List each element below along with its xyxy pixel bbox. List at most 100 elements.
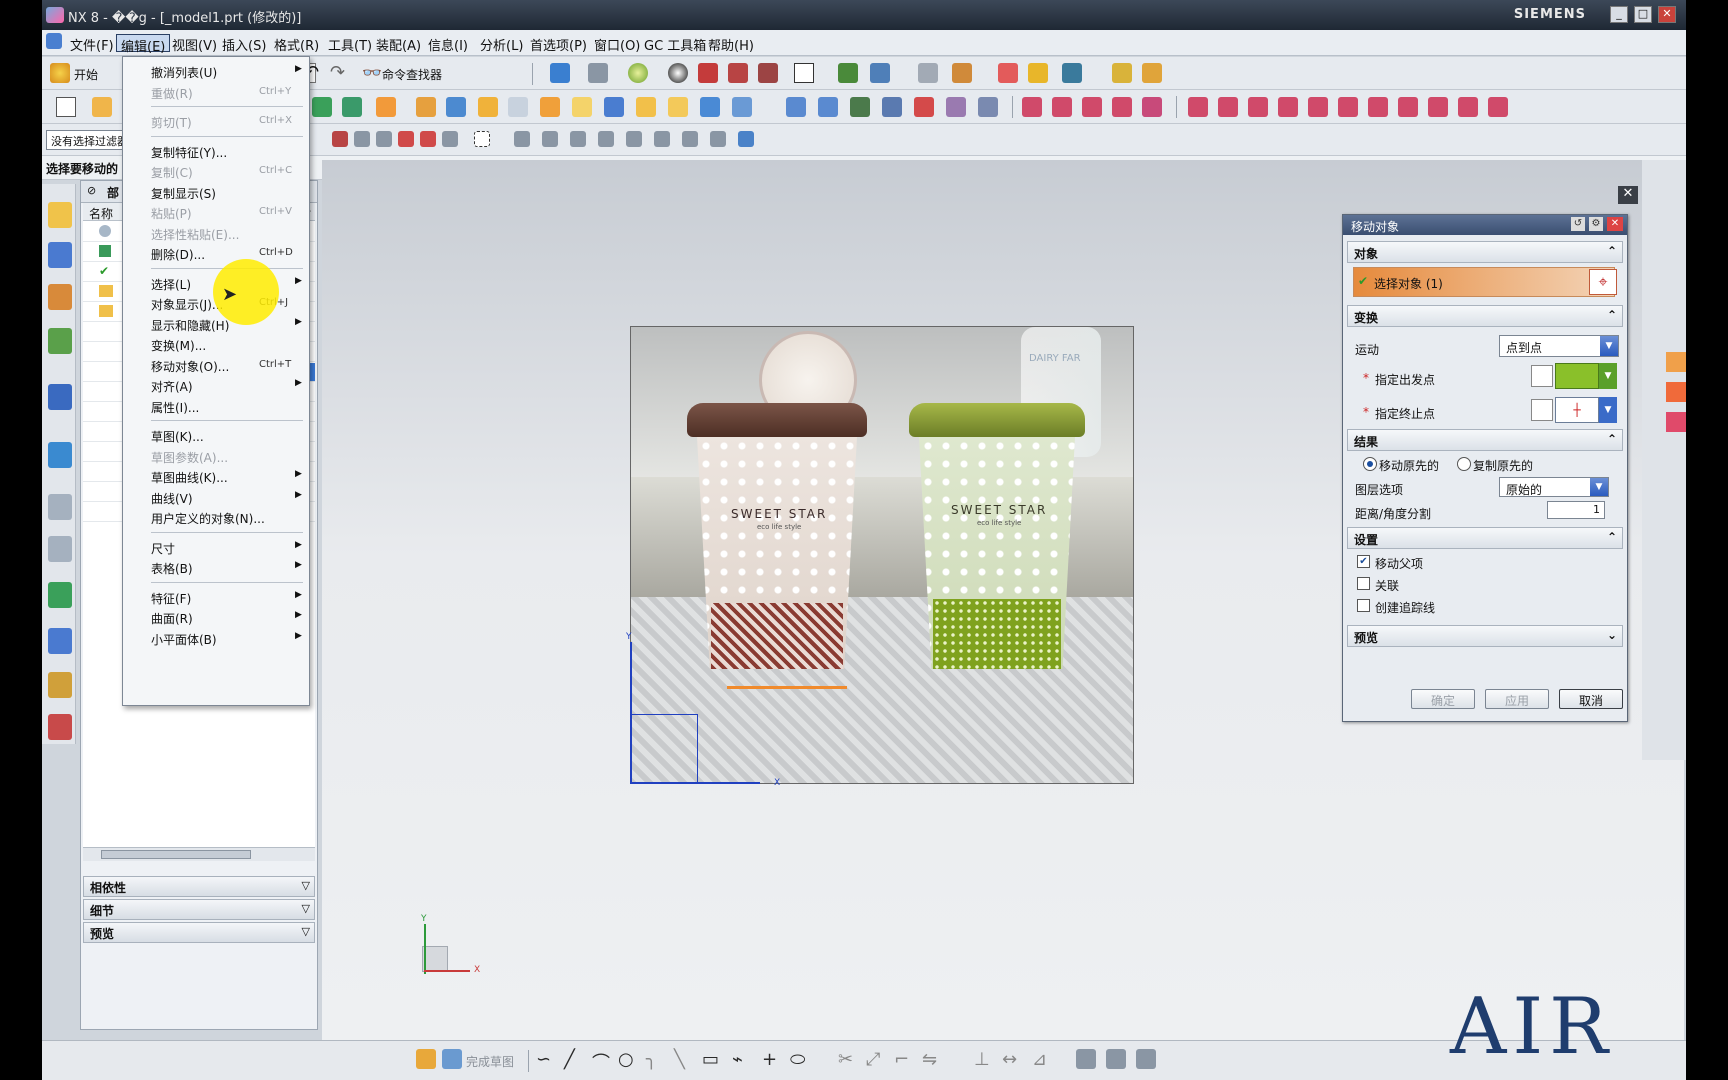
dialog-close-icon[interactable]: ✕ — [1607, 217, 1623, 231]
select-icon[interactable] — [998, 63, 1018, 83]
animate-icon[interactable] — [1136, 1049, 1156, 1069]
edit-menu-item[interactable]: 用户定义的对象(N)... — [123, 507, 309, 527]
raster-image[interactable]: DAIRY FAR SWEET STAR eco life style SWEE… — [630, 326, 1134, 784]
section-transform[interactable]: 变换 ⌃ — [1347, 305, 1623, 327]
edit-menu-item[interactable]: 重做(R) Ctrl+Y — [123, 82, 309, 102]
select-object-row[interactable]: ✔ 选择对象 (1) — [1353, 267, 1615, 297]
edit-menu-item[interactable]: 复制显示(S) — [123, 182, 309, 202]
command-finder-button[interactable]: 命令查找器 — [382, 66, 442, 83]
edge-blend-icon[interactable] — [786, 97, 806, 117]
edit-menu-item[interactable]: 草图(K)... — [123, 425, 309, 445]
edit-menu-item[interactable]: 尺寸 ▶ — [123, 537, 309, 557]
edit-menu-item[interactable]: 曲面(R) ▶ — [123, 607, 309, 627]
show-constraints-icon[interactable] — [1076, 1049, 1096, 1069]
edit-menu-item[interactable]: 剪切(T) Ctrl+X — [123, 111, 309, 131]
assembly-navigator-icon[interactable] — [48, 202, 72, 228]
datum-icon[interactable] — [312, 97, 332, 117]
edit-menu-item[interactable]: 曲线(V) ▶ — [123, 487, 309, 507]
view-cube-2-icon[interactable] — [758, 63, 778, 83]
block-icon[interactable] — [376, 97, 396, 117]
point-icon[interactable] — [342, 97, 362, 117]
close-palette-icon[interactable]: ✕ — [1618, 186, 1638, 204]
snap-intersect-icon[interactable] — [420, 131, 436, 147]
column-name[interactable]: 名称 — [89, 205, 113, 222]
cylinder-icon[interactable] — [416, 97, 436, 117]
line-icon[interactable] — [1188, 97, 1208, 117]
constraint-navigator-icon[interactable] — [48, 242, 72, 268]
to-point-snap-button[interactable]: ┼ — [1555, 397, 1599, 423]
curve-3-icon[interactable] — [1082, 97, 1102, 117]
section-settings[interactable]: 设置 ⌃ — [1347, 527, 1623, 549]
edit-menu-item[interactable]: 属性(I)... — [123, 396, 309, 416]
edit-menu-item[interactable]: 选择性粘贴(E)... — [123, 223, 309, 243]
navigator-hscrollbar[interactable] — [83, 847, 315, 861]
start-button[interactable]: 开始 — [74, 66, 98, 83]
chevron-down-icon[interactable]: ▼ — [1599, 363, 1617, 389]
curve-4-icon[interactable] — [1112, 97, 1132, 117]
edit-menu-item[interactable]: 特征(F) ▶ — [123, 587, 309, 607]
app-menu-icon[interactable] — [46, 33, 62, 49]
arc-icon[interactable]: ⌒ — [592, 1049, 610, 1075]
layer-icon[interactable] — [918, 63, 938, 83]
draft-icon[interactable] — [882, 97, 902, 117]
dependencies-section[interactable]: 相依性 ▽ — [83, 876, 315, 897]
history-icon[interactable] — [48, 494, 72, 520]
cancel-button[interactable]: 取消 — [1559, 689, 1623, 709]
menu-tools[interactable]: 工具(T) — [324, 34, 376, 54]
preview-section[interactable]: 预览 ▽ — [83, 922, 315, 943]
details-section[interactable]: 细节 ▽ — [83, 899, 315, 920]
settings-icon[interactable]: ⚙ — [1589, 217, 1603, 231]
palette-3-icon[interactable] — [1666, 412, 1686, 432]
dimension-icon[interactable]: ↔ — [1002, 1049, 1017, 1070]
snap-cube-icon[interactable] — [738, 131, 754, 147]
background-icon[interactable] — [794, 63, 814, 83]
slot-icon[interactable] — [636, 97, 656, 117]
edit-menu-item[interactable]: 变换(M)... — [123, 334, 309, 354]
snap-on-curve-icon[interactable] — [570, 131, 586, 147]
boss-icon[interactable] — [540, 97, 560, 117]
polygon-icon[interactable]: ⌁ — [732, 1049, 743, 1070]
mirror-icon[interactable]: ⇋ — [922, 1049, 937, 1070]
rect-select-icon[interactable] — [474, 131, 490, 147]
palette-2-icon[interactable] — [1666, 382, 1686, 402]
revolve-icon[interactable] — [478, 97, 498, 117]
extrude-icon[interactable] — [92, 97, 112, 117]
curve-1-icon[interactable] — [1022, 97, 1042, 117]
process-studio-icon[interactable] — [48, 582, 72, 608]
shade-icon[interactable] — [668, 63, 688, 83]
finish-sketch-label[interactable]: 完成草图 — [466, 1053, 514, 1070]
measure-icon[interactable] — [1112, 63, 1132, 83]
render-style-icon[interactable] — [588, 63, 608, 83]
pin-icon[interactable]: ⊘ — [87, 184, 96, 197]
maximize-button[interactable]: □ — [1634, 6, 1652, 23]
split-body-icon[interactable] — [946, 97, 966, 117]
selection-filter-select[interactable]: 没有选择过滤器 — [46, 130, 134, 150]
section-preview[interactable]: 预览 ⌄ — [1347, 625, 1623, 647]
system-materials-icon[interactable] — [48, 536, 72, 562]
edit-menu-item[interactable]: 显示和隐藏(H) ▶ — [123, 314, 309, 334]
snap-mid-icon[interactable] — [376, 131, 392, 147]
shell-icon[interactable] — [850, 97, 870, 117]
snap-pole-icon[interactable] — [682, 131, 698, 147]
menu-window[interactable]: 窗口(O) — [590, 34, 644, 54]
move-parents-checkbox[interactable]: ✔ — [1357, 555, 1370, 568]
snap-point-icon[interactable] — [332, 131, 348, 147]
trim-icon[interactable]: ✂ — [838, 1049, 853, 1070]
chamfer-icon[interactable]: ╲ — [674, 1049, 685, 1070]
constraint-icon[interactable]: ⊥ — [974, 1049, 990, 1070]
snap-icon[interactable] — [952, 63, 972, 83]
extend-icon[interactable]: ⤢ — [866, 1049, 880, 1070]
create-trace-checkbox[interactable] — [1357, 599, 1370, 612]
manufacturing-wizard-icon[interactable] — [48, 628, 72, 654]
ruler-icon[interactable] — [1142, 63, 1162, 83]
project-icon[interactable] — [1368, 97, 1388, 117]
edit-menu-item[interactable]: 小平面体(B) ▶ — [123, 628, 309, 648]
corner-icon[interactable]: ⌐ — [894, 1049, 909, 1070]
menu-info[interactable]: 信息(I) — [424, 34, 472, 54]
snap-center-icon[interactable] — [442, 131, 458, 147]
point-dialog-button[interactable] — [1531, 399, 1553, 421]
line-icon[interactable]: ╱ — [564, 1049, 575, 1070]
offset-curve-icon[interactable] — [1458, 97, 1478, 117]
circle-icon[interactable] — [1248, 97, 1268, 117]
hole-icon[interactable] — [508, 97, 528, 117]
